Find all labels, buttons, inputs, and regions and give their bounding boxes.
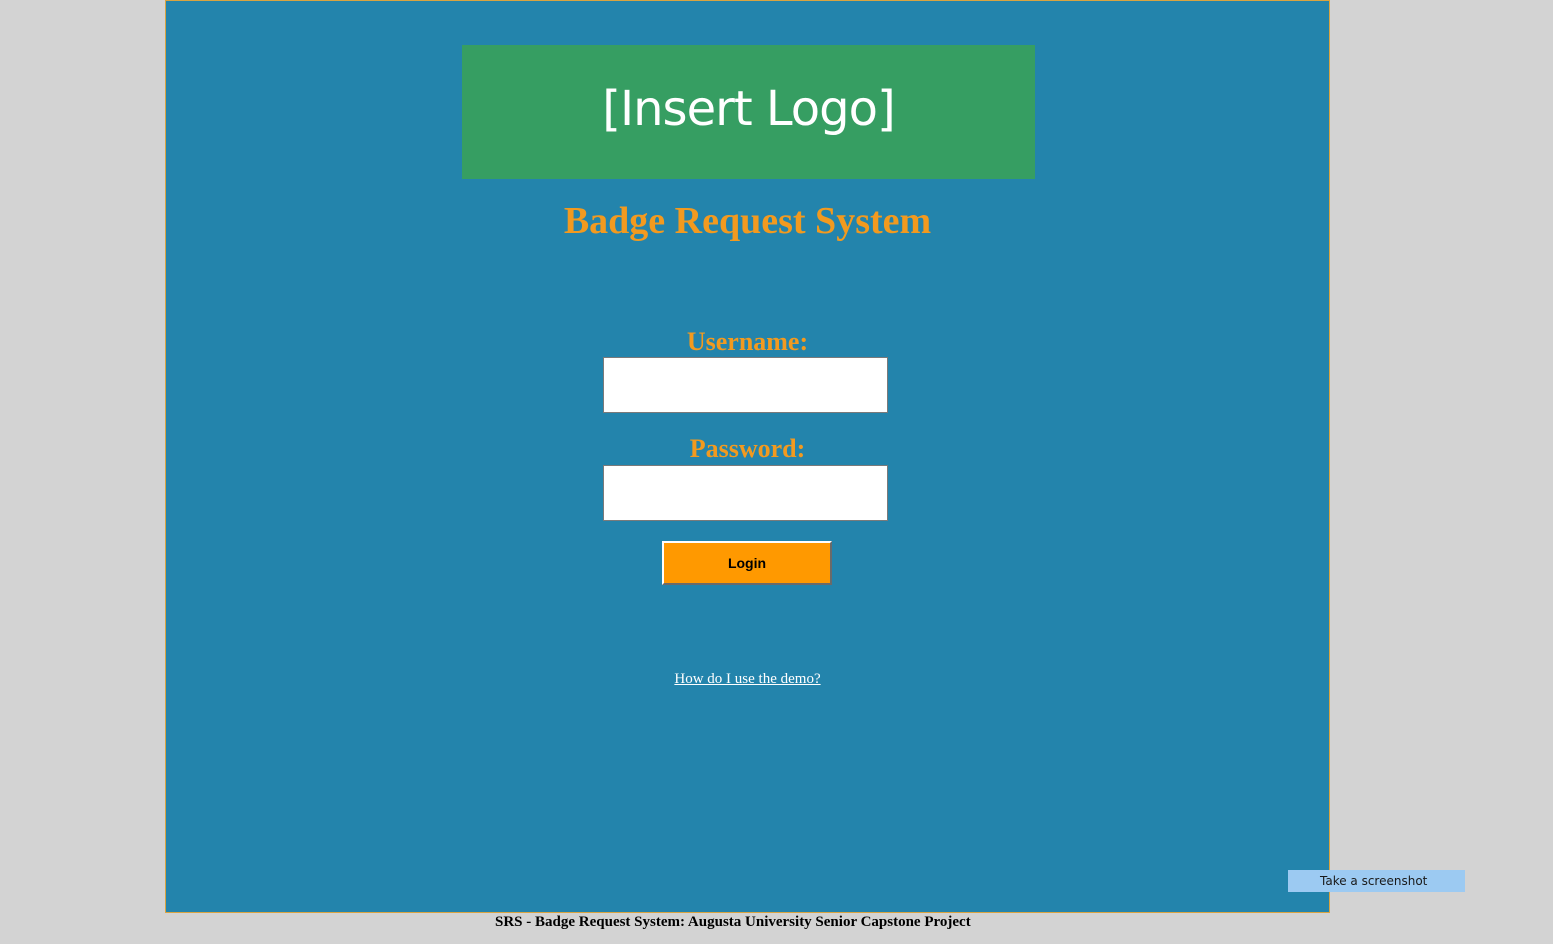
take-screenshot-button[interactable]: Take a screenshot	[1288, 870, 1465, 892]
footer-text: SRS - Badge Request System: Augusta Univ…	[495, 914, 971, 930]
password-input[interactable]	[603, 465, 888, 521]
demo-help-link[interactable]: How do I use the demo?	[674, 671, 820, 687]
username-label: Username:	[686, 327, 809, 356]
username-input[interactable]	[603, 357, 888, 413]
login-panel: [Insert Logo] Badge Request System Usern…	[165, 0, 1330, 913]
logo-text: [Insert Logo]	[602, 81, 895, 137]
login-button[interactable]: Login	[662, 541, 832, 585]
logo-placeholder: [Insert Logo]	[462, 45, 1035, 179]
password-label: Password:	[689, 434, 806, 463]
page-title: Badge Request System	[563, 200, 932, 242]
demo-help-container: How do I use the demo?	[166, 669, 1329, 689]
